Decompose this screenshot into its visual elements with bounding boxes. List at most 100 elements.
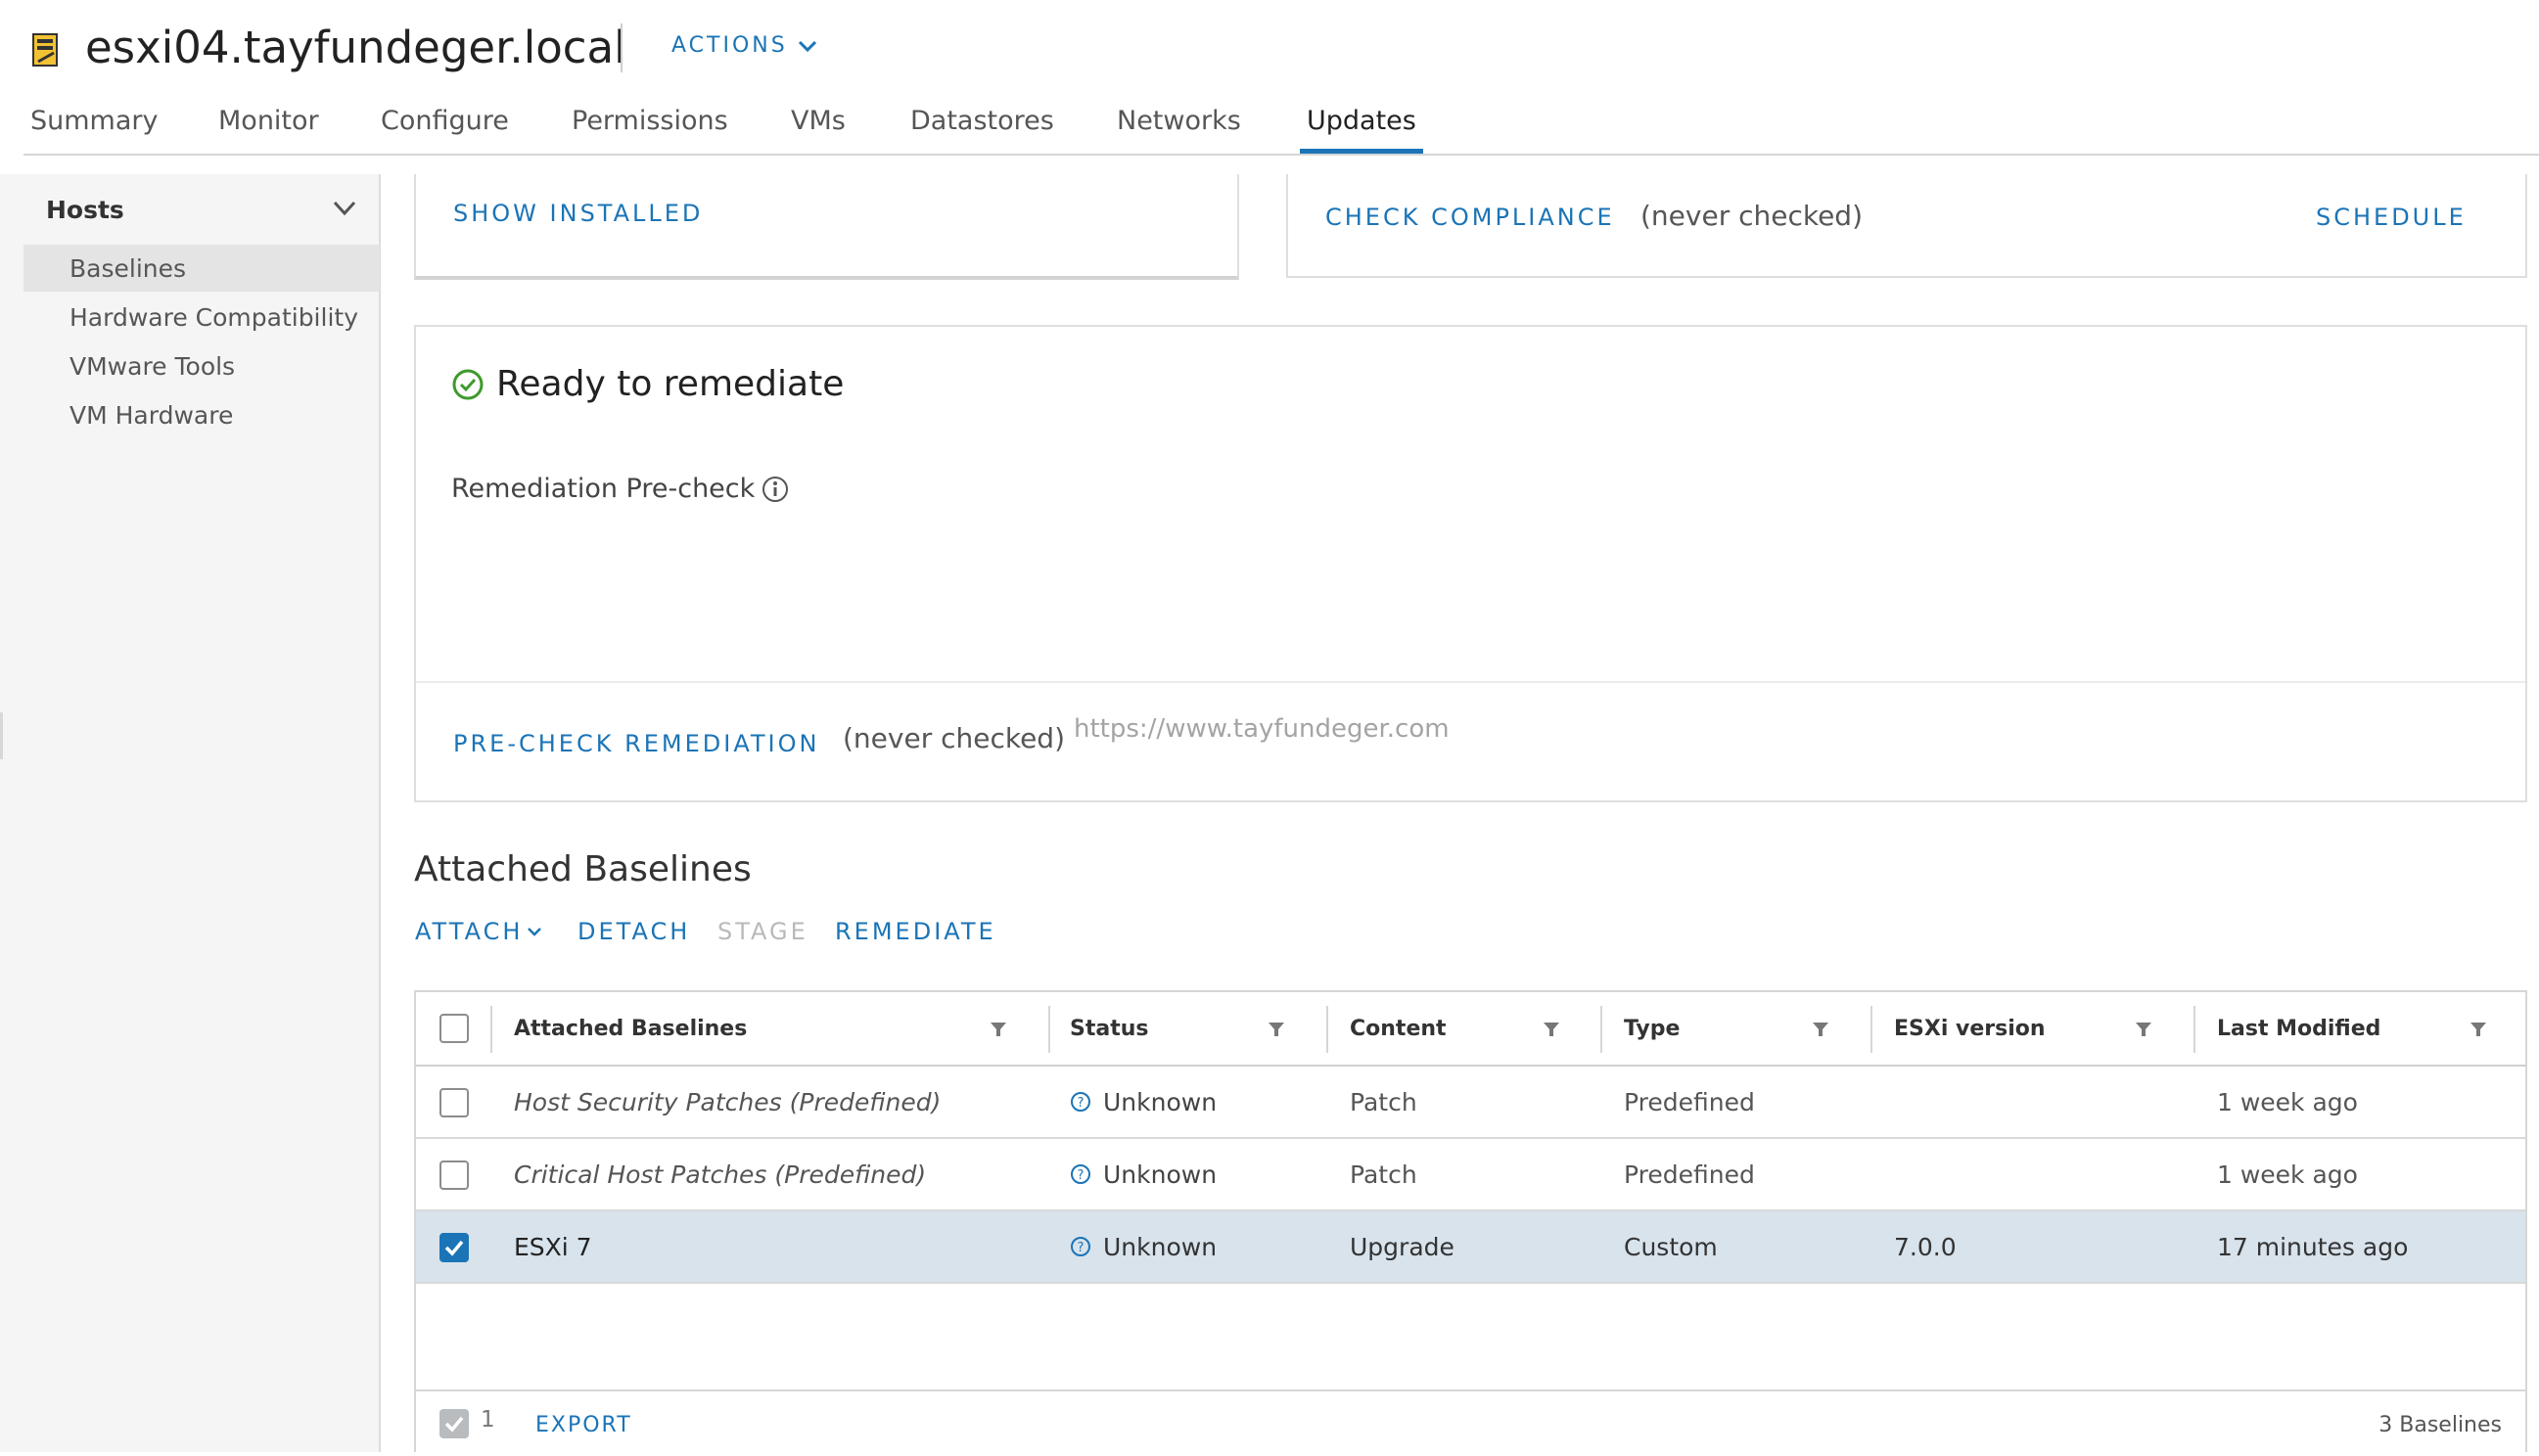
type-cell: Predefined xyxy=(1624,1087,1755,1116)
attach-button[interactable]: ATTACH xyxy=(415,918,542,945)
status-text: Unknown xyxy=(1103,1232,1218,1261)
precheck-label: Remediation Pre-check xyxy=(451,474,756,504)
row-checkbox[interactable] xyxy=(439,1233,469,1262)
column-separator xyxy=(490,1006,492,1053)
question-circle-icon: ? xyxy=(1071,1237,1090,1256)
sidebar-item-vmware-tools[interactable]: VMware Tools xyxy=(23,342,380,389)
baselines-table: Attached Baselines Status Content Type E… xyxy=(414,990,2527,1452)
actions-label: ACTIONS xyxy=(671,33,788,58)
compliance-card: CHECK COMPLIANCE (never checked) SCHEDUL… xyxy=(1286,174,2527,278)
tab-updates[interactable]: Updates xyxy=(1307,106,1416,136)
table-row[interactable]: ESXi 7 ? Unknown Upgrade Custom 7.0.0 17… xyxy=(416,1211,2525,1284)
baseline-name[interactable]: Host Security Patches (Predefined) xyxy=(514,1067,941,1137)
column-separator xyxy=(2193,1006,2195,1053)
remediation-status-title: Ready to remediate xyxy=(496,364,845,404)
check-circle-icon xyxy=(452,369,484,400)
precheck-status: (never checked) xyxy=(843,722,1066,754)
check-compliance-button[interactable]: CHECK COMPLIANCE xyxy=(1325,204,1615,231)
column-header-content[interactable]: Content xyxy=(1350,992,1447,1065)
checkmark-icon xyxy=(444,1416,464,1433)
show-installed-button[interactable]: SHOW INSTALLED xyxy=(453,200,703,227)
tab-vms[interactable]: VMs xyxy=(791,106,846,136)
last-modified-cell: 17 minutes ago xyxy=(2217,1232,2409,1261)
status-cell: ? Unknown xyxy=(1070,1067,1217,1137)
checkmark-icon xyxy=(444,1240,464,1256)
export-button[interactable]: EXPORT xyxy=(535,1413,632,1437)
esxi-version-cell: 7.0.0 xyxy=(1894,1232,1957,1261)
sidebar-item-vm-hardware[interactable]: VM Hardware xyxy=(23,391,380,438)
filter-icon[interactable] xyxy=(2135,1021,2152,1038)
host-icon xyxy=(32,33,58,67)
tab-monitor[interactable]: Monitor xyxy=(218,106,319,136)
last-modified-cell: 1 week ago xyxy=(2217,1160,2358,1189)
chevron-down-icon xyxy=(798,40,816,52)
column-header-last-modified[interactable]: Last Modified xyxy=(2217,992,2380,1065)
filter-icon[interactable] xyxy=(990,1021,1007,1038)
status-text: Unknown xyxy=(1103,1087,1218,1116)
content-cell: Patch xyxy=(1350,1160,1417,1189)
watermark-url: https://www.tayfundeger.com xyxy=(1074,714,1450,744)
stage-button[interactable]: STAGE xyxy=(717,918,808,945)
chevron-down-icon[interactable] xyxy=(331,199,358,218)
splitter-handle[interactable] xyxy=(0,712,3,759)
table-footer: 1 EXPORT 3 Baselines xyxy=(416,1389,2525,1456)
table-row[interactable]: Host Security Patches (Predefined) ? Unk… xyxy=(416,1067,2525,1139)
column-header-type[interactable]: Type xyxy=(1624,992,1680,1065)
type-cell: Predefined xyxy=(1624,1160,1755,1189)
svg-text:?: ? xyxy=(1078,1096,1085,1111)
tab-summary[interactable]: Summary xyxy=(30,106,158,136)
column-separator xyxy=(1326,1006,1328,1053)
sidebar-item-label: VMware Tools xyxy=(69,352,236,381)
detach-button[interactable]: DETACH xyxy=(577,918,690,945)
selected-count: 1 xyxy=(481,1407,495,1433)
compliance-status: (never checked) xyxy=(1640,200,1864,232)
chevron-down-icon xyxy=(528,928,542,936)
sidebar-item-baselines[interactable]: Baselines xyxy=(23,245,380,292)
tab-bar-border xyxy=(23,154,2539,156)
content-cell: Patch xyxy=(1350,1087,1417,1116)
tab-configure[interactable]: Configure xyxy=(381,106,509,136)
tab-datastores[interactable]: Datastores xyxy=(910,106,1054,136)
page-title: esxi04.tayfundeger.local xyxy=(85,22,626,73)
question-circle-icon: ? xyxy=(1071,1092,1090,1112)
last-modified-cell: 1 week ago xyxy=(2217,1087,2358,1116)
column-header-attached-baselines[interactable]: Attached Baselines xyxy=(514,992,747,1065)
sidebar-item-label: Hardware Compatibility xyxy=(69,303,358,332)
precheck-remediation-button[interactable]: PRE-CHECK REMEDIATION xyxy=(453,730,819,757)
attach-label: ATTACH xyxy=(415,918,524,945)
select-all-checkbox[interactable] xyxy=(439,1014,469,1043)
row-checkbox[interactable] xyxy=(439,1160,469,1190)
total-count: 3 Baselines xyxy=(2378,1413,2502,1437)
installed-card: SHOW INSTALLED xyxy=(414,174,1239,280)
column-header-esxi-version[interactable]: ESXi version xyxy=(1894,992,2046,1065)
baseline-name[interactable]: ESXi 7 xyxy=(514,1211,592,1282)
filter-icon[interactable] xyxy=(2470,1021,2487,1038)
svg-text:?: ? xyxy=(1078,1241,1085,1255)
tab-permissions[interactable]: Permissions xyxy=(572,106,728,136)
baseline-name[interactable]: Critical Host Patches (Predefined) xyxy=(514,1139,926,1209)
actions-button[interactable]: ACTIONS xyxy=(671,33,817,58)
question-circle-icon: ? xyxy=(1071,1164,1090,1184)
tab-networks[interactable]: Networks xyxy=(1117,106,1241,136)
section-title: Attached Baselines xyxy=(414,849,752,889)
header-divider xyxy=(621,23,623,72)
status-cell: ? Unknown xyxy=(1070,1211,1217,1282)
svg-text:?: ? xyxy=(1078,1168,1085,1183)
content-cell: Upgrade xyxy=(1350,1232,1454,1261)
filter-icon[interactable] xyxy=(1812,1021,1829,1038)
column-header-status[interactable]: Status xyxy=(1070,992,1148,1065)
schedule-button[interactable]: SCHEDULE xyxy=(2316,204,2467,231)
sidebar-item-hardware-compatibility[interactable]: Hardware Compatibility xyxy=(23,294,380,341)
sidebar-item-label: Baselines xyxy=(69,254,187,283)
row-checkbox[interactable] xyxy=(439,1088,469,1117)
info-icon[interactable] xyxy=(761,475,790,504)
table-row[interactable]: Critical Host Patches (Predefined) ? Unk… xyxy=(416,1139,2525,1211)
status-cell: ? Unknown xyxy=(1070,1139,1217,1209)
filter-icon[interactable] xyxy=(1543,1021,1560,1038)
type-cell: Custom xyxy=(1624,1232,1718,1261)
filter-icon[interactable] xyxy=(1268,1021,1285,1038)
remediate-button[interactable]: REMEDIATE xyxy=(835,918,996,945)
selection-indicator xyxy=(439,1409,469,1438)
column-separator xyxy=(1048,1006,1050,1053)
sidebar-section-hosts[interactable]: Hosts xyxy=(46,196,124,224)
